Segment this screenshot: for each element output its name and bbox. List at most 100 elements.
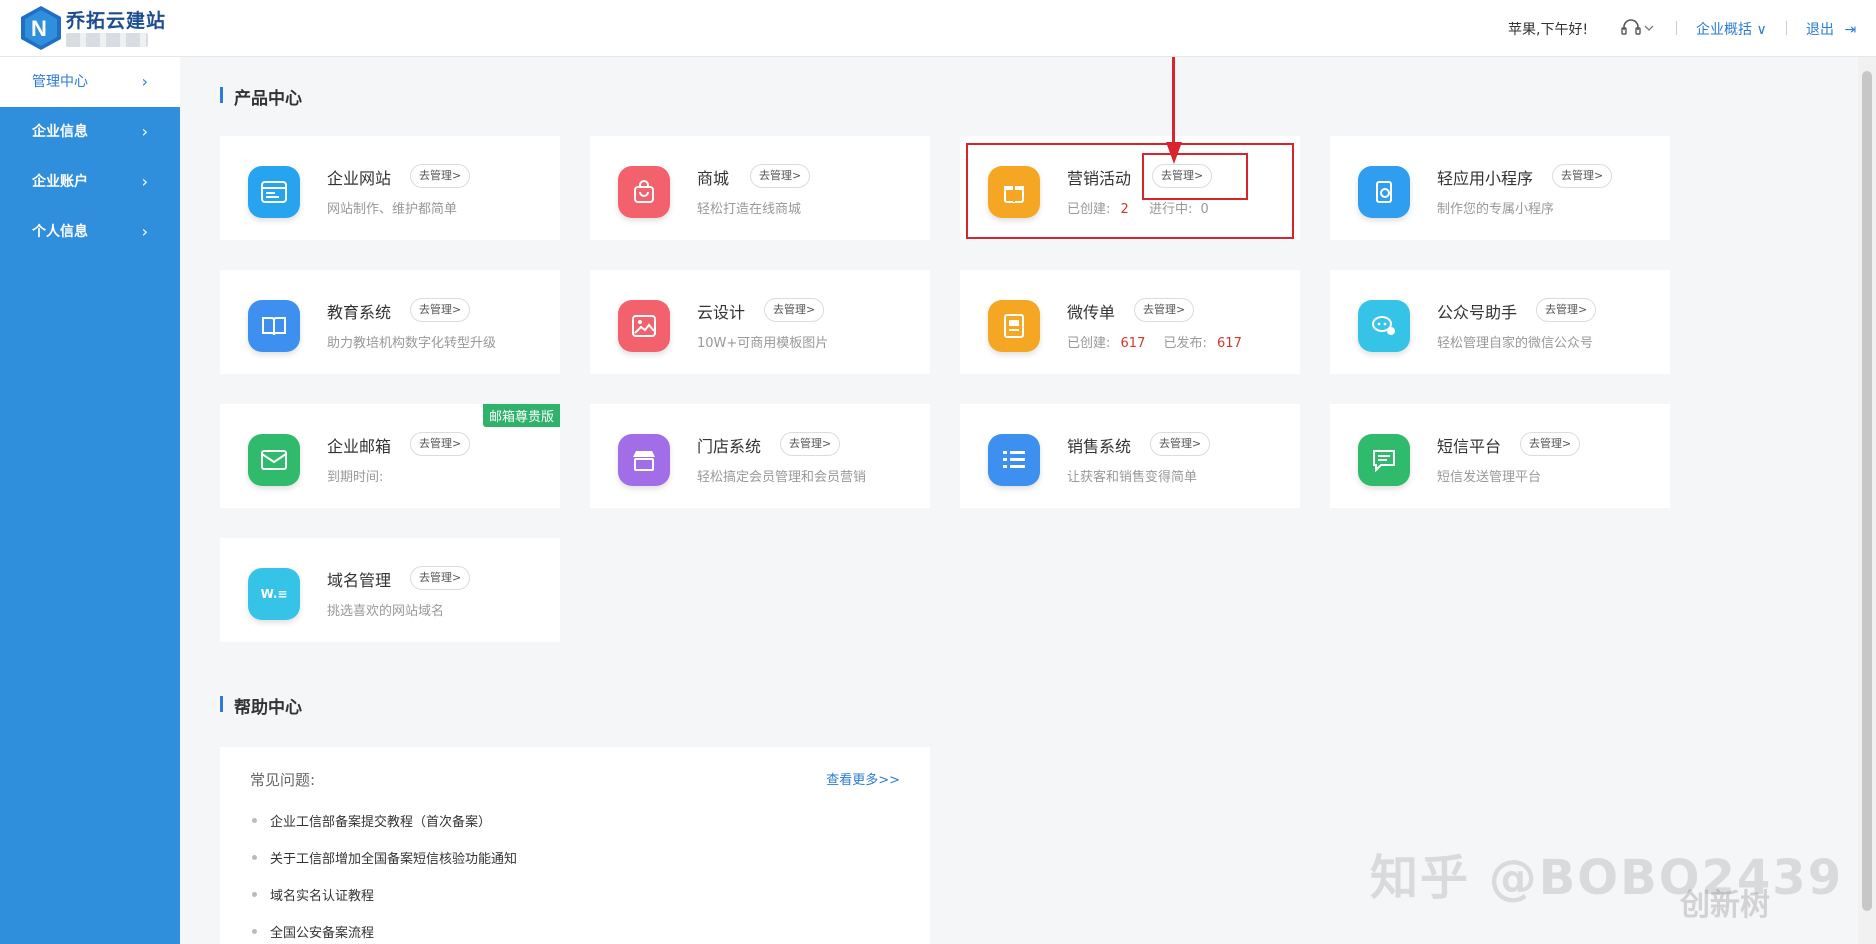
watermark: 知乎 @BOBO2439 — [1370, 850, 1844, 906]
chevron-right-icon: › — [141, 172, 148, 191]
manage-button[interactable]: 去管理> — [410, 164, 471, 188]
faq-item[interactable]: 关于工信部增加全国备案短信核验功能通知 — [250, 848, 517, 867]
stat-label: 已创建: — [1067, 336, 1111, 351]
product-center-title: 产品中心 — [220, 84, 302, 109]
chevron-right-icon: › — [141, 72, 148, 91]
logout-icon: ⇥ — [1844, 22, 1857, 38]
annotation-arrow-shaft — [1172, 57, 1175, 155]
book-icon — [248, 300, 300, 352]
sidebar-item-label: 管理中心 — [32, 74, 88, 90]
enterprise-overview-menu[interactable]: 企业概括 ∨ — [1696, 19, 1767, 39]
product-name: 销售系统 — [1067, 437, 1132, 456]
product-name: 企业邮箱 — [327, 437, 392, 456]
product-card-store-system[interactable]: 门店系统 去管理> 轻松搞定会员管理和会员营销 — [590, 404, 930, 508]
image-icon — [618, 300, 670, 352]
help-panel: 常见问题: 查看更多>> 企业工信部备案提交教程（首次备案） 关于工信部增加全国… — [220, 747, 930, 944]
product-desc: 短信发送管理平台 — [1437, 470, 1542, 485]
store-icon — [618, 434, 670, 486]
product-desc: 助力教培机构数字化转型升级 — [327, 336, 497, 351]
product-name: 域名管理 — [327, 571, 392, 590]
help-center-title: 帮助中心 — [220, 693, 302, 718]
logout-label: 退出 — [1806, 22, 1834, 38]
stat-value: 617 — [1217, 336, 1242, 351]
product-name: 微传单 — [1067, 303, 1116, 322]
product-name: 云设计 — [697, 303, 746, 322]
manage-button[interactable]: 去管理> — [764, 298, 825, 322]
product-card-website[interactable]: 企业网站 去管理> 网站制作、维护都简单 — [220, 136, 560, 240]
logout-button[interactable]: 退出 ⇥ — [1806, 19, 1856, 39]
manage-button[interactable]: 去管理> — [750, 164, 811, 188]
manage-button[interactable]: 去管理> — [1150, 432, 1211, 456]
product-desc: 网站制作、维护都简单 — [327, 202, 458, 217]
domain-icon: W.≡ — [248, 568, 300, 620]
product-card-mini-program[interactable]: 轻应用小程序 去管理> 制作您的专属小程序 — [1330, 136, 1670, 240]
product-card-enterprise-mail[interactable]: 邮箱尊贵版 企业邮箱 去管理> 到期时间: — [220, 404, 560, 508]
logo-icon[interactable]: N — [20, 5, 62, 51]
product-name: 短信平台 — [1437, 437, 1502, 456]
manage-button[interactable]: 去管理> — [1536, 298, 1597, 322]
sidebar-item-company-account[interactable]: 企业账户 › — [0, 157, 180, 207]
customer-service-icon[interactable] — [1620, 17, 1656, 39]
manage-button[interactable]: 去管理> — [410, 432, 471, 456]
sidebar-item-company-info[interactable]: 企业信息 › — [0, 107, 180, 157]
manage-button[interactable]: 去管理> — [410, 298, 471, 322]
mail-plan-badge: 邮箱尊贵版 — [482, 404, 560, 427]
wechat-icon — [1358, 300, 1410, 352]
product-name: 公众号助手 — [1437, 303, 1518, 322]
sidebar-item-label: 个人信息 — [32, 224, 88, 240]
view-more-link[interactable]: 查看更多>> — [826, 769, 900, 788]
highlight-box-manage — [1142, 153, 1248, 200]
product-card-domain[interactable]: W.≡ 域名管理 去管理> 挑选喜欢的网站域名 — [220, 538, 560, 642]
manage-button[interactable]: 去管理> — [780, 432, 841, 456]
brand-name: 乔拓云建站 — [66, 10, 167, 32]
stat-label: 已发布: — [1163, 336, 1207, 351]
faq-item[interactable]: 域名实名认证教程 — [250, 885, 374, 904]
product-card-wechat-assistant[interactable]: 公众号助手 去管理> 轻松管理自家的微信公众号 — [1330, 270, 1670, 374]
flyer-icon — [988, 300, 1040, 352]
product-desc: 让获客和销售变得简单 — [1067, 470, 1198, 485]
manage-button[interactable]: 去管理> — [1552, 164, 1613, 188]
product-card-mall[interactable]: 商城 去管理> 轻松打造在线商城 — [590, 136, 930, 240]
product-card-flyer[interactable]: 微传单 去管理> 已创建: 617 已发布: 617 — [960, 270, 1300, 374]
manage-button[interactable]: 去管理> — [1520, 432, 1581, 456]
product-card-education[interactable]: 教育系统 去管理> 助力教培机构数字化转型升级 — [220, 270, 560, 374]
product-stats: 已创建: 617 已发布: 617 — [1067, 332, 1242, 351]
greeting-text: 苹果,下午好! — [1508, 22, 1589, 38]
top-header: N 乔拓云建站 苹果,下午好! 企业概括 ∨ 退出 ⇥ — [0, 0, 1876, 57]
chevron-right-icon: › — [141, 122, 148, 141]
scrollbar-thumb[interactable] — [1862, 71, 1872, 911]
sidebar-item-label: 企业信息 — [32, 124, 88, 140]
stat-value: 617 — [1120, 336, 1146, 351]
faq-item[interactable]: 全国公安备案流程 — [250, 922, 374, 941]
product-desc: 10W+可商用模板图片 — [697, 336, 829, 351]
chevron-right-icon: › — [141, 222, 148, 241]
shopping-bag-icon — [618, 166, 670, 218]
product-name: 门店系统 — [697, 437, 762, 456]
manage-button[interactable]: 去管理> — [410, 566, 471, 590]
watermark-brand: 创新树 — [1680, 888, 1770, 923]
mini-program-icon — [1358, 166, 1410, 218]
mail-icon — [248, 434, 300, 486]
sidebar-item-label: 企业账户 — [32, 174, 88, 190]
product-card-cloud-design[interactable]: 云设计 去管理> 10W+可商用模板图片 — [590, 270, 930, 374]
product-name: 企业网站 — [327, 169, 392, 188]
svg-text:N: N — [31, 16, 47, 41]
divider — [1786, 21, 1787, 35]
product-card-sales-system[interactable]: 销售系统 去管理> 让获客和销售变得简单 — [960, 404, 1300, 508]
product-desc: 轻松管理自家的微信公众号 — [1437, 336, 1594, 351]
sidebar-item-management-center[interactable]: 管理中心 › — [0, 57, 180, 107]
divider — [1676, 21, 1677, 35]
product-card-sms-platform[interactable]: 短信平台 去管理> 短信发送管理平台 — [1330, 404, 1670, 508]
scrollbar[interactable] — [1858, 57, 1876, 944]
product-name: 教育系统 — [327, 303, 392, 322]
sidebar: 管理中心 › 企业信息 › 企业账户 › 个人信息 › — [0, 57, 180, 944]
manage-button[interactable]: 去管理> — [1134, 298, 1195, 322]
product-name: 商城 — [697, 169, 730, 188]
product-desc: 到期时间: — [327, 470, 384, 485]
account-id-blurred — [66, 33, 148, 47]
product-name: 轻应用小程序 — [1437, 169, 1534, 188]
sidebar-item-personal-info[interactable]: 个人信息 › — [0, 207, 180, 257]
faq-item[interactable]: 企业工信部备案提交教程（首次备案） — [250, 811, 491, 830]
arrow-down-icon — [1166, 142, 1182, 164]
website-icon — [248, 166, 300, 218]
